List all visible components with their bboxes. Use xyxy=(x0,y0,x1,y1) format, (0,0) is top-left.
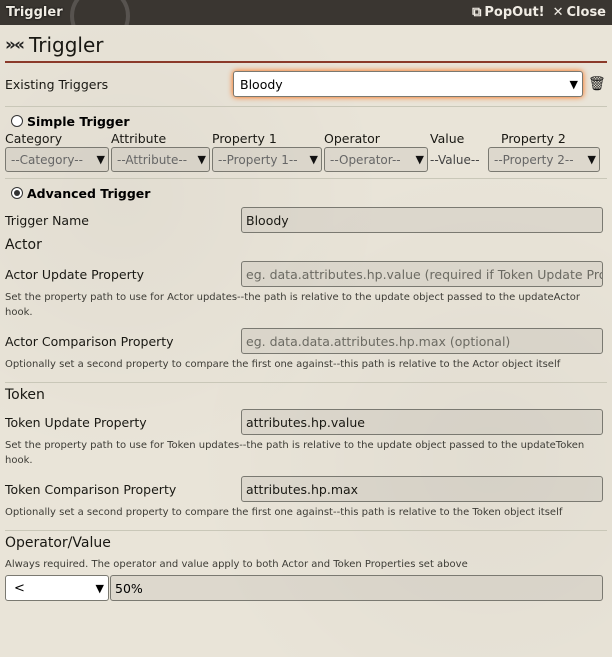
property1-label: Property 1 xyxy=(212,131,277,146)
category-select[interactable]: --Category-- ▼ xyxy=(5,147,109,172)
divider xyxy=(5,382,607,383)
chevron-down-icon: ▼ xyxy=(569,77,578,91)
trigger-name-label: Trigger Name xyxy=(5,212,89,228)
token-compare-hint: Optionally set a second property to comp… xyxy=(5,507,563,518)
actor-compare-row: Actor Comparison Property eg. data.data.… xyxy=(5,328,607,354)
triggler-window: Triggler ⧉ PopOut! ✕ Close »« Triggler E… xyxy=(0,0,612,657)
attribute-select[interactable]: --Attribute-- ▼ xyxy=(111,147,210,172)
existing-triggers-value: Bloody xyxy=(240,76,283,92)
property2-select[interactable]: --Property 2-- ▼ xyxy=(488,147,600,172)
advanced-trigger-radio[interactable] xyxy=(11,187,23,199)
trigger-name-input[interactable]: Bloody xyxy=(241,207,603,233)
popout-button[interactable]: ⧉ PopOut! xyxy=(472,5,545,20)
operator-value-hint: Always required. The operator and value … xyxy=(5,559,468,570)
category-label: Category xyxy=(5,131,63,146)
advanced-operator-select[interactable]: < ▼ xyxy=(5,575,109,601)
app-title: Triggler xyxy=(28,33,104,57)
chevron-down-icon: ▼ xyxy=(587,153,596,166)
chevron-down-icon: ▼ xyxy=(415,153,424,166)
existing-triggers-label: Existing Triggers xyxy=(5,76,109,92)
existing-triggers-row: Existing Triggers Bloody ▼ 🗑 xyxy=(5,66,607,102)
close-label: Close xyxy=(566,5,606,20)
property2-select-value: --Property 2-- xyxy=(494,152,574,167)
category-select-value: --Category-- xyxy=(11,152,83,167)
actor-section-title: Actor xyxy=(5,237,42,253)
attribute-label: Attribute xyxy=(111,131,167,146)
actor-update-hint: Set the property path to use for Actor u… xyxy=(5,292,580,318)
simple-trigger-radio[interactable] xyxy=(11,115,23,127)
existing-triggers-select[interactable]: Bloody ▼ xyxy=(233,71,583,97)
token-compare-label: Token Comparison Property xyxy=(5,481,177,497)
token-compare-input[interactable]: attributes.hp.max xyxy=(241,476,603,502)
property1-select[interactable]: --Property 1-- ▼ xyxy=(212,147,322,172)
actor-compare-label: Actor Comparison Property xyxy=(5,333,174,349)
operator-label: Operator xyxy=(324,131,380,146)
attribute-select-value: --Attribute-- xyxy=(117,152,188,167)
triggler-logo-icon: »« xyxy=(5,35,25,55)
actor-compare-input[interactable]: eg. data.data.attributes.hp.max (optiona… xyxy=(241,328,603,354)
popout-label: PopOut! xyxy=(484,5,545,20)
operator-select-value: --Operator-- xyxy=(330,152,401,167)
token-compare-row: Token Comparison Property attributes.hp.… xyxy=(5,476,607,502)
external-link-icon: ⧉ xyxy=(472,5,482,20)
window-titlebar[interactable]: Triggler ⧉ PopOut! ✕ Close xyxy=(0,0,612,25)
property1-select-value: --Property 1-- xyxy=(218,152,298,167)
simple-trigger-label: Simple Trigger xyxy=(27,113,130,129)
window-title: Triggler xyxy=(6,5,63,20)
property2-label: Property 2 xyxy=(501,131,566,146)
token-update-input[interactable]: attributes.hp.value xyxy=(241,409,603,435)
close-icon: ✕ xyxy=(552,5,564,20)
trigger-name-row: Trigger Name Bloody xyxy=(5,207,607,233)
value-input[interactable]: --Value-- xyxy=(430,147,486,172)
divider xyxy=(5,530,607,531)
token-update-label: Token Update Property xyxy=(5,414,147,430)
value-label: Value xyxy=(430,131,465,146)
token-update-hint: Set the property path to use for Token u… xyxy=(5,440,585,466)
chevron-down-icon: ▼ xyxy=(197,153,206,166)
chevron-down-icon: ▼ xyxy=(96,153,105,166)
advanced-trigger-radio-row[interactable]: Advanced Trigger xyxy=(5,183,607,203)
actor-compare-hint: Optionally set a second property to comp… xyxy=(5,359,561,370)
advanced-operator-value: < xyxy=(14,580,25,596)
actor-update-row: Actor Update Property eg. data.attribute… xyxy=(5,261,607,287)
delete-trigger-icon[interactable]: 🗑 xyxy=(588,76,606,92)
operator-value-title: Operator/Value xyxy=(5,535,111,551)
chevron-down-icon: ▼ xyxy=(95,581,104,595)
advanced-value-input[interactable]: 50% xyxy=(110,575,603,601)
app-header: »« Triggler xyxy=(5,31,607,63)
operator-select[interactable]: --Operator-- ▼ xyxy=(324,147,428,172)
divider xyxy=(5,106,607,107)
actor-update-label: Actor Update Property xyxy=(5,266,145,282)
actor-update-input[interactable]: eg. data.attributes.hp.value (required i… xyxy=(241,261,603,287)
advanced-trigger-label: Advanced Trigger xyxy=(27,185,151,201)
operator-value-row: < ▼ 50% xyxy=(5,575,607,601)
titlebar-logo-watermark xyxy=(70,0,130,25)
simple-trigger-fields: Category --Category-- ▼ Attribute --Attri… xyxy=(5,131,607,172)
token-update-row: Token Update Property attributes.hp.valu… xyxy=(5,409,607,435)
chevron-down-icon: ▼ xyxy=(309,153,318,166)
token-section-title: Token xyxy=(5,387,45,403)
simple-trigger-radio-row[interactable]: Simple Trigger xyxy=(5,111,607,131)
close-button[interactable]: ✕ Close xyxy=(553,5,606,20)
divider xyxy=(5,178,607,179)
